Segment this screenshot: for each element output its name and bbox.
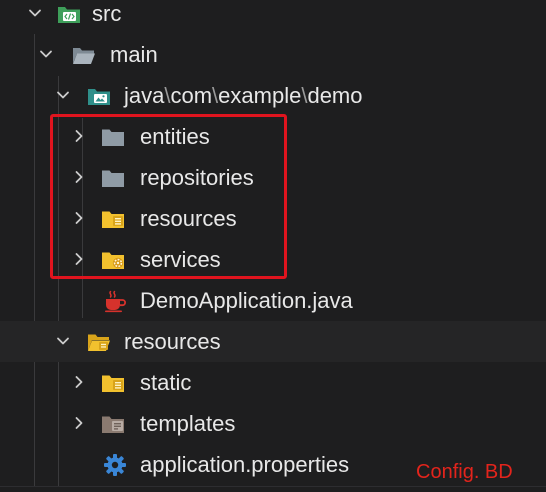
- package-segment: com: [170, 83, 213, 108]
- chevron-right-icon[interactable]: [71, 210, 87, 226]
- chevron-down-icon[interactable]: [55, 333, 71, 349]
- tree-item-label: application.properties: [140, 452, 350, 477]
- chevron-down-icon[interactable]: [38, 46, 54, 62]
- package-segment: example: [218, 83, 302, 108]
- resources-folder-open-icon: [88, 334, 110, 351]
- chevron-right-icon[interactable]: [71, 415, 87, 431]
- resources-folder-icon: [102, 211, 124, 228]
- folder-icon: [102, 129, 124, 146]
- folder-open-icon: [73, 48, 95, 64]
- chevron-down-icon[interactable]: [55, 87, 71, 103]
- tree-item-label: DemoApplication.java: [140, 288, 353, 313]
- services-folder-icon: [102, 252, 124, 269]
- java-file-icon: [105, 290, 126, 313]
- package-segment: demo: [307, 83, 363, 108]
- tree-item-entities[interactable]: entities: [0, 116, 546, 157]
- source-folder-icon: [58, 7, 80, 23]
- gear-icon: [104, 454, 126, 476]
- tree-item-services[interactable]: services: [0, 239, 546, 280]
- file-explorer: src main java\com\example\demo entities …: [0, 0, 546, 492]
- folder-icon: [102, 170, 124, 187]
- divider: [0, 486, 546, 487]
- chevron-right-icon[interactable]: [71, 374, 87, 390]
- tree-item-label: static: [140, 370, 192, 395]
- java-package-icon: [88, 89, 110, 105]
- tree-item-label: resources: [124, 329, 221, 354]
- tree-item-repositories[interactable]: repositories: [0, 157, 546, 198]
- tree-item-main[interactable]: main: [0, 34, 546, 75]
- tree-item-static[interactable]: static: [0, 362, 546, 403]
- static-folder-icon: [102, 375, 124, 392]
- chevron-right-icon[interactable]: [71, 128, 87, 144]
- tree-item-resources-package[interactable]: resources: [0, 198, 546, 239]
- templates-folder-icon: [102, 416, 124, 433]
- tree-item-src[interactable]: src: [0, 0, 546, 34]
- annotation-label: Config. BD: [416, 461, 513, 483]
- tree-item-templates[interactable]: templates: [0, 403, 546, 444]
- tree-item-label: templates: [140, 411, 236, 436]
- tree-item-resources-folder[interactable]: resources: [0, 321, 546, 362]
- package-segment: java: [124, 83, 165, 108]
- tree-item-label: java\com\example\demo: [124, 83, 363, 109]
- tree-item-label: main: [110, 42, 158, 67]
- tree-item-label: services: [140, 247, 221, 272]
- chevron-right-icon[interactable]: [71, 169, 87, 185]
- tree-item-label: src: [92, 1, 122, 26]
- tree-item-label: resources: [140, 206, 237, 231]
- chevron-down-icon[interactable]: [27, 5, 43, 21]
- tree-item-java-package[interactable]: java\com\example\demo: [0, 75, 546, 116]
- chevron-right-icon[interactable]: [71, 251, 87, 267]
- tree-item-label: repositories: [140, 165, 254, 190]
- tree-item-demo-application[interactable]: DemoApplication.java: [0, 280, 546, 321]
- tree-item-label: entities: [140, 124, 210, 149]
